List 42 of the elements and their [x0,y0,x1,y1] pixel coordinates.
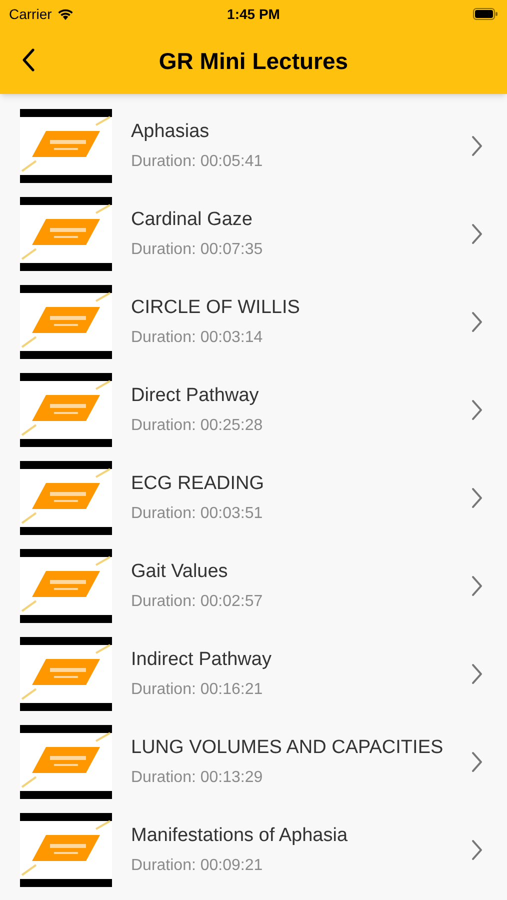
screen-title: GR Mini Lectures [158,46,348,76]
chevron-right-icon [471,399,483,421]
lecture-title: LUNG VOLUMES AND CAPACITIES [131,736,444,760]
back-chevron-icon [21,48,35,72]
lecture-row[interactable]: ECG READING Duration: 00:03:51 [0,454,507,542]
lecture-row[interactable]: LUNG VOLUMES AND CAPACITIES Duration: 00:13:29 [0,718,507,806]
chevron-right-icon [471,839,483,861]
lecture-title: ECG READING [131,472,266,496]
lecture-duration: Duration: 00:02:57 [131,592,264,612]
lecture-duration: Duration: 00:05:41 [131,152,264,172]
lecture-row[interactable]: Aphasias Duration: 00:05:41 [0,102,507,190]
lecture-duration: Duration: 00:03:51 [131,504,264,524]
lecture-row[interactable]: Indirect Pathway Duration: 00:16:21 [0,630,507,718]
clock: 1:45 PM [226,4,281,24]
lecture-row[interactable]: CIRCLE OF WILLIS Duration: 00:03:14 [0,278,507,366]
lecture-duration: Duration: 00:13:29 [131,768,264,788]
wifi-icon [56,8,74,20]
lecture-duration: Duration: 00:07:35 [131,240,264,260]
chevron-right-icon [471,311,483,333]
lecture-title: Gait Values [131,560,229,584]
chevron-right-icon [471,223,483,245]
lecture-row[interactable]: Cardinal Gaze Duration: 00:07:35 [0,190,507,278]
lecture-duration: Duration: 00:09:21 [131,856,264,876]
chevron-right-icon [471,487,483,509]
chevron-right-icon [471,663,483,685]
chevron-right-icon [471,575,483,597]
lecture-duration: Duration: 00:25:28 [131,416,264,436]
lecture-title: CIRCLE OF WILLIS [131,296,301,320]
battery-icon [473,8,498,20]
lecture-row[interactable]: Manifestations of Aphasia Duration: 00:09:21 [0,806,507,894]
lecture-duration: Duration: 00:03:14 [131,328,264,348]
lecture-duration: Duration: 00:16:21 [131,680,264,700]
chevron-right-icon [471,751,483,773]
lecture-title: Cardinal Gaze [131,208,254,232]
lecture-row[interactable]: Gait Values Duration: 00:02:57 [0,542,507,630]
lecture-title: Manifestations of Aphasia [131,824,349,848]
lecture-title: Aphasias [131,120,210,144]
lecture-title: Direct Pathway [131,384,260,408]
chevron-right-icon [471,135,483,157]
lecture-row[interactable]: Direct Pathway Duration: 00:25:28 [0,366,507,454]
carrier-label: Carrier [9,4,52,24]
lecture-title: Indirect Pathway [131,648,272,672]
